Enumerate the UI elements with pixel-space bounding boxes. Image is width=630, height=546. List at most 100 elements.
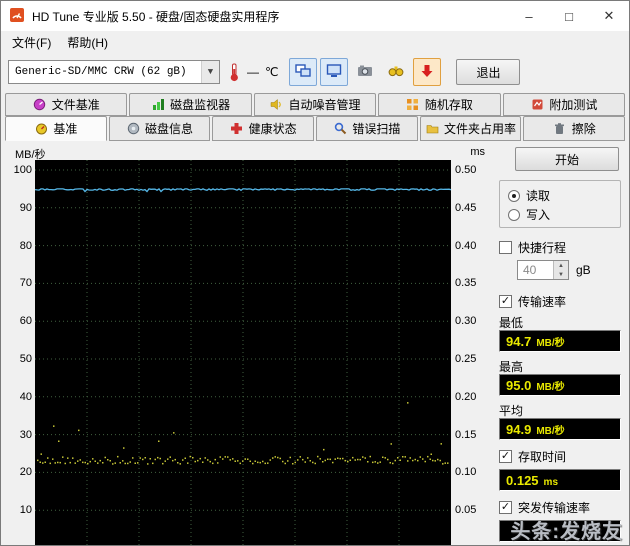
transfer-rate-checkbox[interactable]: 传输速率 [499, 291, 621, 311]
avg-stat: 平均 94.9 MB/秒 [499, 402, 621, 440]
access-time-checkbox[interactable]: 存取时间 [499, 446, 621, 466]
close-button[interactable]: ✕ [589, 1, 629, 31]
tab-error-scan-label: 错误扫描 [352, 122, 401, 136]
tab-aam[interactable]: 自动噪音管理 [253, 93, 377, 116]
radio-write-label: 写入 [526, 208, 551, 222]
erase-icon [553, 122, 567, 135]
left-axis-tick: 40 [19, 390, 32, 403]
tab-health[interactable]: 健康状态 [212, 116, 315, 141]
tab-disk-info-label: 磁盘信息 [145, 122, 194, 136]
exit-button[interactable]: 退出 [456, 59, 521, 85]
speaker-icon [270, 98, 284, 111]
drive-select[interactable]: Generic-SD/MMC CRW (62 gB) ▼ [8, 60, 220, 84]
burst-rate-checkbox-box [499, 500, 512, 514]
spinner-up-icon[interactable]: ▲ [553, 261, 568, 270]
tab-disk-monitor[interactable]: 磁盘监视器 [129, 93, 252, 116]
tab-file-benchmark-label: 文件基准 [51, 98, 100, 112]
right-axis-tick: 0.40 [455, 239, 477, 252]
random-access-icon [406, 98, 420, 111]
spinner-arrows[interactable]: ▲ ▼ [553, 261, 568, 279]
min-value-box: 94.7 MB/秒 [499, 330, 621, 352]
tab-row-secondary: 文件基准 磁盘监视器 自动噪音管理 随机存取 附加测试 [1, 93, 629, 116]
spinner-down-icon[interactable]: ▼ [553, 270, 568, 279]
burst-rate-checkbox[interactable]: 突发传输速率 [499, 497, 621, 517]
right-axis-tick: 0.15 [455, 428, 477, 441]
tab-disk-info[interactable]: 磁盘信息 [108, 116, 211, 141]
screenshot-button[interactable] [351, 58, 379, 86]
folder-usage-icon [425, 122, 439, 135]
extra-tests-icon [530, 98, 544, 111]
tab-erase[interactable]: 擦除 [523, 116, 626, 141]
avg-label: 平均 [499, 404, 524, 418]
shortstroke-unit: gB [576, 263, 591, 277]
window-title: HD Tune 专业版 5.50 - 硬盘/固态硬盘实用程序 [32, 9, 280, 24]
burst-rate-label: 突发传输速率 [518, 500, 591, 515]
left-axis-tick: 80 [19, 239, 32, 252]
radio-write[interactable]: 写入 [508, 205, 614, 224]
menu-file[interactable]: 文件(F) [4, 31, 59, 54]
drive-select-value: Generic-SD/MMC CRW (62 gB) [15, 66, 187, 78]
left-axis-tick: 10 [19, 504, 32, 517]
right-axis-tick: 0.10 [455, 466, 477, 479]
tab-extra-tests-label: 附加测试 [549, 98, 598, 112]
mode-groupbox: 读取 写入 [499, 180, 621, 228]
access-time-stat: 0.125 ms [499, 469, 621, 491]
shortstroke-checkbox[interactable]: 快捷行程 [499, 237, 621, 257]
access-time-checkbox-box [499, 449, 512, 463]
error-scan-icon [333, 122, 347, 135]
shortstroke-size-value: 40 [523, 263, 537, 277]
tab-extra-tests[interactable]: 附加测试 [502, 93, 626, 116]
file-benchmark-icon [33, 98, 47, 111]
max-unit: MB/秒 [536, 382, 565, 393]
tab-file-benchmark[interactable]: 文件基准 [5, 93, 128, 116]
screens-icon [295, 63, 312, 81]
binoculars-icon [388, 64, 404, 80]
tab-folder-usage[interactable]: 文件夹占用率 [419, 116, 522, 141]
min-label: 最低 [499, 316, 524, 330]
max-value-box: 95.0 MB/秒 [499, 374, 621, 396]
disk-monitor-view-button[interactable] [320, 58, 349, 86]
monitor-icon [326, 63, 342, 81]
shortstroke-size-input[interactable]: 40 ▲ ▼ [517, 260, 569, 280]
left-axis-tick: 70 [19, 277, 32, 290]
max-label: 最高 [499, 360, 524, 374]
right-axis-tick: 0.50 [455, 164, 477, 176]
control-panel: 开始 读取 写入 快捷行程 40 ▲ ▼ gB ✓ 传输速率 最低 94.7 M… [489, 145, 625, 545]
app-icon [9, 7, 25, 26]
shortstroke-checkbox-box [499, 240, 512, 254]
min-value: 94.7 [506, 334, 532, 349]
toolbar-buttons [289, 58, 442, 86]
tab-benchmark-label: 基准 [53, 122, 78, 136]
tab-health-label: 健康状态 [248, 122, 297, 136]
download-icon [420, 64, 434, 81]
menu-help[interactable]: 帮助(H) [59, 31, 116, 54]
maximize-button[interactable]: □ [549, 1, 589, 31]
tab-error-scan[interactable]: 错误扫描 [316, 116, 418, 141]
min-stat: 最低 94.7 MB/秒 [499, 314, 621, 352]
max-value: 95.0 [506, 378, 532, 393]
tab-benchmark[interactable]: 基准 [5, 116, 107, 141]
save-results-button[interactable] [413, 58, 442, 86]
left-axis-tick: 90 [19, 201, 32, 214]
shortstroke-label: 快捷行程 [518, 240, 567, 255]
main-content: MB/秒 ms 100 90 80 70 60 50 40 30 20 10 0.50 0.45 0.4… [1, 141, 629, 545]
radio-read[interactable]: 读取 [508, 186, 614, 205]
health-icon [230, 122, 244, 135]
access-time-value: 0.125 [506, 473, 539, 488]
max-stat: 最高 95.0 MB/秒 [499, 358, 621, 396]
minimize-button[interactable]: – [509, 1, 549, 31]
right-axis-title: ms [470, 146, 485, 158]
watermark: 头条:发烧友 [510, 521, 623, 543]
view-results-button[interactable] [382, 58, 410, 86]
tab-random-access-label: 随机存取 [424, 98, 473, 112]
copy-screen-button[interactable] [289, 58, 318, 86]
left-axis-tick: 60 [19, 315, 32, 328]
right-axis-tick: 0.45 [455, 201, 477, 214]
start-button[interactable]: 开始 [515, 147, 619, 171]
transfer-rate-checkbox-box [499, 294, 512, 308]
tab-random-access[interactable]: 随机存取 [378, 93, 501, 116]
transfer-rate-label: 传输速率 [518, 294, 567, 309]
left-axis-tick: 100 [13, 164, 32, 176]
avg-value: 94.9 [506, 422, 532, 437]
tab-aam-label: 自动噪音管理 [288, 98, 361, 112]
